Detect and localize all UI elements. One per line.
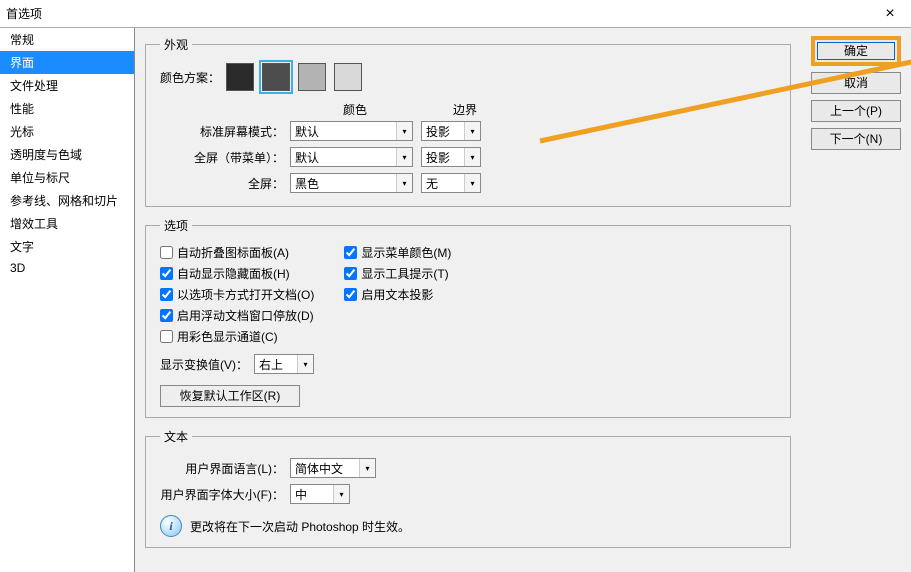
show-transform-select[interactable]: 右上 ▾ — [254, 354, 314, 374]
sidebar-item-9[interactable]: 文字 — [0, 235, 134, 258]
category-sidebar: 常规界面文件处理性能光标透明度与色域单位与标尺参考线、网格和切片增效工具文字3D — [0, 28, 135, 572]
chevron-down-icon: ▾ — [464, 174, 480, 192]
cancel-button[interactable]: 取消 — [811, 72, 901, 94]
restore-workspace-button[interactable]: 恢复默认工作区(R) — [160, 385, 300, 407]
option-left-0[interactable]: 自动折叠图标面板(A) — [160, 244, 314, 261]
appearance-group: 外观 颜色方案： 颜色 边界 标准屏幕模式：默认▾ 投影▾ 全屏（带菜单）：默认▾ 投… — [145, 36, 791, 207]
screen-mode-color-select-1[interactable]: 默认▾ — [290, 147, 413, 167]
ok-button[interactable]: 确定 — [811, 36, 901, 66]
screen-mode-label-2: 全屏： — [160, 175, 290, 192]
info-icon: i — [160, 515, 182, 537]
chevron-down-icon: ▾ — [464, 122, 480, 140]
appearance-legend: 外观 — [160, 36, 192, 53]
chevron-down-icon: ▾ — [464, 148, 480, 166]
option-right-2[interactable]: 启用文本投影 — [344, 286, 451, 303]
dialog-buttons: 确定 取消 上一个(P) 下一个(N) — [801, 28, 911, 572]
sidebar-item-7[interactable]: 参考线、网格和切片 — [0, 189, 134, 212]
checkbox[interactable] — [344, 246, 357, 259]
info-text: 更改将在下一次启动 Photoshop 时生效。 — [190, 518, 410, 535]
prev-button[interactable]: 上一个(P) — [811, 100, 901, 122]
sidebar-item-5[interactable]: 透明度与色域 — [0, 143, 134, 166]
options-group: 选项 自动折叠图标面板(A) 自动显示隐藏面板(H) 以选项卡方式打开文档(O) 启用… — [145, 217, 791, 418]
screen-mode-label-0: 标准屏幕模式： — [160, 123, 290, 140]
chevron-down-icon: ▾ — [359, 459, 375, 477]
ui-language-select[interactable]: 简体中文 ▾ — [290, 458, 376, 478]
window-title: 首选项 — [6, 5, 875, 22]
ui-language-label: 用户界面语言(L)： — [160, 460, 290, 477]
header-border: 边界 — [420, 101, 510, 118]
checkbox[interactable] — [344, 288, 357, 301]
checkbox[interactable] — [160, 246, 173, 259]
checkbox[interactable] — [160, 267, 173, 280]
option-left-3[interactable]: 启用浮动文档窗口停放(D) — [160, 307, 314, 324]
text-legend: 文本 — [160, 428, 192, 445]
sidebar-item-4[interactable]: 光标 — [0, 120, 134, 143]
close-icon[interactable]: × — [875, 5, 905, 23]
option-right-0[interactable]: 显示菜单颜色(M) — [344, 244, 451, 261]
option-right-1[interactable]: 显示工具提示(T) — [344, 265, 451, 282]
chevron-down-icon: ▾ — [396, 174, 412, 192]
chevron-down-icon: ▾ — [333, 485, 349, 503]
option-left-1[interactable]: 自动显示隐藏面板(H) — [160, 265, 314, 282]
screen-mode-color-select-0[interactable]: 默认▾ — [290, 121, 413, 141]
screen-mode-border-select-1[interactable]: 投影▾ — [421, 147, 481, 167]
screen-mode-label-1: 全屏（带菜单）： — [160, 149, 290, 166]
option-left-4[interactable]: 用彩色显示通道(C) — [160, 328, 314, 345]
color-swatch-0[interactable] — [226, 63, 254, 91]
color-swatch-3[interactable] — [334, 63, 362, 91]
color-scheme-label: 颜色方案： — [160, 69, 220, 86]
titlebar: 首选项 × — [0, 0, 911, 28]
options-legend: 选项 — [160, 217, 192, 234]
sidebar-item-1[interactable]: 界面 — [0, 51, 134, 74]
sidebar-item-8[interactable]: 增效工具 — [0, 212, 134, 235]
sidebar-item-10[interactable]: 3D — [0, 258, 134, 278]
color-swatch-2[interactable] — [298, 63, 326, 91]
option-left-2[interactable]: 以选项卡方式打开文档(O) — [160, 286, 314, 303]
checkbox[interactable] — [160, 288, 173, 301]
ui-font-size-select[interactable]: 中 ▾ — [290, 484, 350, 504]
header-color: 颜色 — [290, 101, 420, 118]
show-transform-label: 显示变换值(V)： — [160, 356, 248, 373]
content-area: 外观 颜色方案： 颜色 边界 标准屏幕模式：默认▾ 投影▾ 全屏（带菜单）：默认▾ 投… — [135, 28, 801, 572]
checkbox[interactable] — [160, 330, 173, 343]
sidebar-item-6[interactable]: 单位与标尺 — [0, 166, 134, 189]
color-swatch-1[interactable] — [262, 63, 290, 91]
next-button[interactable]: 下一个(N) — [811, 128, 901, 150]
screen-mode-border-select-0[interactable]: 投影▾ — [421, 121, 481, 141]
chevron-down-icon: ▾ — [396, 122, 412, 140]
checkbox[interactable] — [344, 267, 357, 280]
chevron-down-icon: ▾ — [297, 355, 313, 373]
screen-mode-color-select-2[interactable]: 黑色▾ — [290, 173, 413, 193]
ui-font-size-label: 用户界面字体大小(F)： — [160, 486, 290, 503]
checkbox[interactable] — [160, 309, 173, 322]
sidebar-item-0[interactable]: 常规 — [0, 28, 134, 51]
sidebar-item-2[interactable]: 文件处理 — [0, 74, 134, 97]
screen-mode-border-select-2[interactable]: 无▾ — [421, 173, 481, 193]
chevron-down-icon: ▾ — [396, 148, 412, 166]
text-group: 文本 用户界面语言(L)： 简体中文 ▾ 用户界面字体大小(F)： 中 ▾ i … — [145, 428, 791, 548]
sidebar-item-3[interactable]: 性能 — [0, 97, 134, 120]
